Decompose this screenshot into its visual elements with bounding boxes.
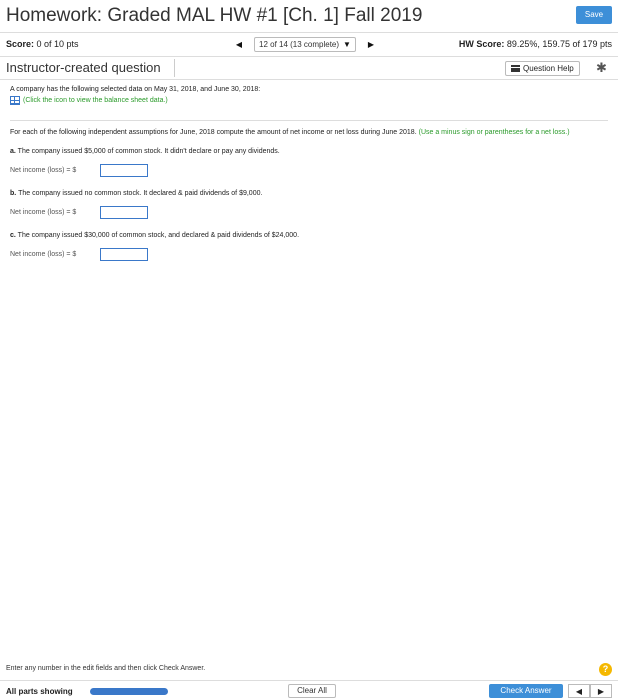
answer-label: Net income (loss) = $ (10, 209, 77, 216)
hw-score-value: 89.25%, 159.75 of 179 pts (506, 39, 612, 49)
answer-row-a: Net income (loss) = $ (10, 164, 608, 177)
part-letter: c. (10, 232, 16, 239)
answer-label: Net income (loss) = $ (10, 251, 77, 258)
answer-row-c: Net income (loss) = $ (10, 248, 608, 261)
chevron-down-icon: ▼ (343, 39, 351, 49)
instruction-text: For each of the following independent as… (10, 129, 417, 136)
question-type: Instructor-created question (6, 60, 161, 75)
score-label: Score: (6, 39, 35, 49)
part-text: The company issued $30,000 of common sto… (17, 232, 300, 239)
parts-showing-label: All parts showing (6, 687, 73, 696)
progress-bar (90, 688, 168, 695)
score-value: 0 of 10 pts (36, 39, 79, 49)
score-bar: Score: 0 of 10 pts ◀ 12 of 14 (13 comple… (0, 32, 618, 54)
next-icon[interactable]: ▶ (590, 684, 612, 698)
divider (174, 59, 175, 77)
answer-input-a[interactable] (100, 164, 148, 177)
title-bar: Homework: Graded MAL HW #1 [Ch. 1] Fall … (0, 0, 618, 32)
divider (10, 120, 608, 121)
prev-icon[interactable]: ◀ (568, 684, 590, 698)
table-icon[interactable] (10, 96, 20, 105)
question-intro: A company has the following selected dat… (10, 86, 261, 93)
next-question-icon[interactable]: ▶ (364, 37, 378, 51)
balance-sheet-link-label: (Click the icon to view the balance shee… (23, 97, 168, 104)
question-selector[interactable]: 12 of 14 (13 complete) ▼ (254, 36, 356, 52)
question-instruction: For each of the following independent as… (10, 128, 580, 137)
score: Score: 0 of 10 pts (6, 39, 79, 49)
answer-label: Net income (loss) = $ (10, 167, 77, 174)
part-text: The company issued no common stock. It d… (18, 190, 263, 197)
help-icon[interactable]: ? (599, 663, 612, 676)
save-button[interactable]: Save (576, 6, 612, 24)
clear-all-button[interactable]: Clear All (288, 684, 336, 698)
prev-question-icon[interactable]: ◀ (232, 37, 246, 51)
part-b: b. The company issued no common stock. I… (10, 190, 608, 197)
balance-sheet-link[interactable]: (Click the icon to view the balance shee… (10, 96, 608, 105)
question-position: 12 of 14 (13 complete) (259, 39, 340, 49)
part-letter: a. (10, 148, 16, 155)
question-help-label: Question Help (523, 64, 574, 73)
footer-message: Enter any number in the edit fields and … (6, 665, 206, 672)
answer-row-b: Net income (loss) = $ (10, 206, 608, 219)
hw-score: HW Score: 89.25%, 159.75 of 179 pts (459, 39, 612, 49)
check-answer-button[interactable]: Check Answer (489, 684, 563, 698)
page-title: Homework: Graded MAL HW #1 [Ch. 1] Fall … (6, 5, 423, 26)
part-a: a. The company issued $5,000 of common s… (10, 148, 608, 155)
bottom-nav: ◀ ▶ (568, 684, 612, 698)
part-text: The company issued $5,000 of common stoc… (17, 148, 280, 155)
part-c: c. The company issued $30,000 of common … (10, 232, 608, 239)
instruction-hint: (Use a minus sign or parentheses for a n… (418, 129, 570, 136)
question-content: A company has the following selected dat… (10, 86, 608, 261)
list-icon (511, 65, 520, 72)
hw-score-label: HW Score: (458, 39, 505, 49)
question-bar: Instructor-created question Question Hel… (0, 56, 618, 80)
answer-input-b[interactable] (100, 206, 148, 219)
gear-icon[interactable]: ✱ (596, 60, 607, 76)
part-letter: b. (10, 190, 17, 197)
bottom-bar: All parts showing Clear All Check Answer… (0, 680, 618, 700)
question-nav: ◀ 12 of 14 (13 complete) ▼ ▶ (232, 36, 378, 52)
answer-input-c[interactable] (100, 248, 148, 261)
question-help-button[interactable]: Question Help (505, 61, 580, 76)
